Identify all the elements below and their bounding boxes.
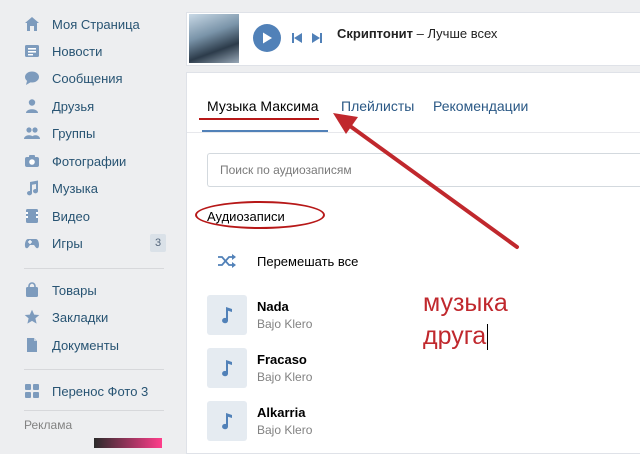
sidebar-item-label: Сообщения [52,70,123,86]
audio-title: Alkarria [257,405,306,420]
sidebar-item-photos[interactable]: Фотографии [0,147,178,175]
sidebar-item-friends[interactable]: Друзья [0,92,178,120]
shuffle-label: Перемешать все [257,254,359,269]
sidebar-item-label: Видео [52,208,90,224]
sidebar: Моя Страница Новости Сообщения Друзья Гр… [0,0,180,448]
audio-player: Скриптонит – Лучше всех [186,12,640,66]
app-grid-icon [24,383,40,399]
sidebar-item-my-page[interactable]: Моя Страница [0,10,178,38]
shopping-bag-icon [24,282,40,298]
sidebar-item-label: Товары [52,282,97,298]
audio-row[interactable]: Fracaso Bajo Klero [207,348,467,390]
star-icon [24,309,40,325]
messages-icon [24,70,40,86]
album-cover[interactable] [189,14,239,63]
camera-icon [24,153,40,169]
ad-label: Реклама [24,418,73,432]
sidebar-item-video[interactable]: Видео [0,202,178,230]
sidebar-item-label: Группы [52,125,96,141]
now-playing[interactable]: Скриптонит – Лучше всех [337,26,497,41]
tabs-divider [187,132,640,133]
sidebar-item-groups[interactable]: Группы [0,119,178,147]
audio-title: Fracaso [257,352,307,367]
play-button[interactable] [253,24,281,52]
sidebar-item-label: Друзья [52,98,95,114]
annotation-line-1: музыка [423,289,508,317]
ad-image[interactable] [94,438,162,448]
previous-button[interactable] [291,31,303,49]
annotation-text: музыка друга [423,287,508,353]
sidebar-divider [24,410,164,411]
audio-cover[interactable] [207,401,247,441]
sidebar-item-app-transfer-photo[interactable]: Перенос Фото 3 [0,377,178,405]
sidebar-item-label: Фотографии [52,153,127,169]
tab-my-music[interactable]: Музыка Максима [207,98,319,114]
document-icon [24,337,40,353]
now-playing-artist: Скриптонит [337,26,414,41]
audio-search-input[interactable] [207,153,640,187]
audio-cover[interactable] [207,295,247,335]
sidebar-item-label: Игры [52,235,83,251]
audio-title: Nada [257,299,289,314]
sidebar-item-goods[interactable]: Товары [0,276,178,304]
news-icon [24,43,40,59]
video-icon [24,208,40,224]
annotation-line-2-text: друга [423,322,487,350]
music-note-icon [222,360,232,377]
audio-artist[interactable]: Bajo Klero [257,423,312,437]
annotation-line-2: друга [423,320,508,353]
audio-row[interactable]: Alkarria Bajo Klero [207,401,467,443]
shuffle-icon [217,253,237,274]
sidebar-item-label: Перенос Фото 3 [52,383,149,399]
shuffle-all-button[interactable]: Перемешать все [207,249,407,273]
games-count-badge: 3 [150,234,166,252]
tab-my-music-label: Музыка Максима [207,98,319,114]
music-note-icon [24,180,40,196]
sidebar-item-label: Закладки [52,309,109,325]
tab-playlists[interactable]: Плейлисты [341,98,414,114]
audio-cover[interactable] [207,348,247,388]
tab-playlists-label: Плейлисты [341,98,415,114]
music-note-icon [222,307,232,324]
gamepad-icon [24,235,40,251]
music-panel: Музыка Максима Плейлисты Рекомендации Ау… [186,72,640,454]
next-icon [312,33,322,43]
music-note-icon [222,413,232,430]
now-playing-title: Лучше всех [427,26,498,41]
sidebar-item-music[interactable]: Музыка [0,174,178,202]
annotation-ellipse [195,201,325,229]
sidebar-item-label: Моя Страница [52,16,140,32]
tab-recommendations-label: Рекомендации [433,98,529,114]
home-icon [24,16,40,32]
next-button[interactable] [311,31,323,49]
friend-icon [24,98,40,114]
audio-artist[interactable]: Bajo Klero [257,317,312,331]
audio-artist[interactable]: Bajo Klero [257,370,312,384]
sidebar-item-label: Документы [52,337,120,353]
sidebar-item-label: Новости [52,43,103,59]
sidebar-item-news[interactable]: Новости [0,37,178,65]
previous-icon [292,33,302,43]
sidebar-item-label: Музыка [52,180,98,196]
sidebar-divider [24,268,164,269]
tab-recommendations[interactable]: Рекомендации [433,98,528,114]
sidebar-item-messages[interactable]: Сообщения [0,64,178,92]
text-cursor [487,324,489,351]
sidebar-item-documents[interactable]: Документы [0,331,178,359]
play-icon [263,32,272,44]
sidebar-item-bookmarks[interactable]: Закладки [0,303,178,331]
annotation-underline [199,118,319,120]
sidebar-divider [24,369,164,370]
groups-icon [24,125,40,141]
now-playing-separator: – [413,26,428,41]
sidebar-item-games[interactable]: Игры 3 [0,229,178,257]
